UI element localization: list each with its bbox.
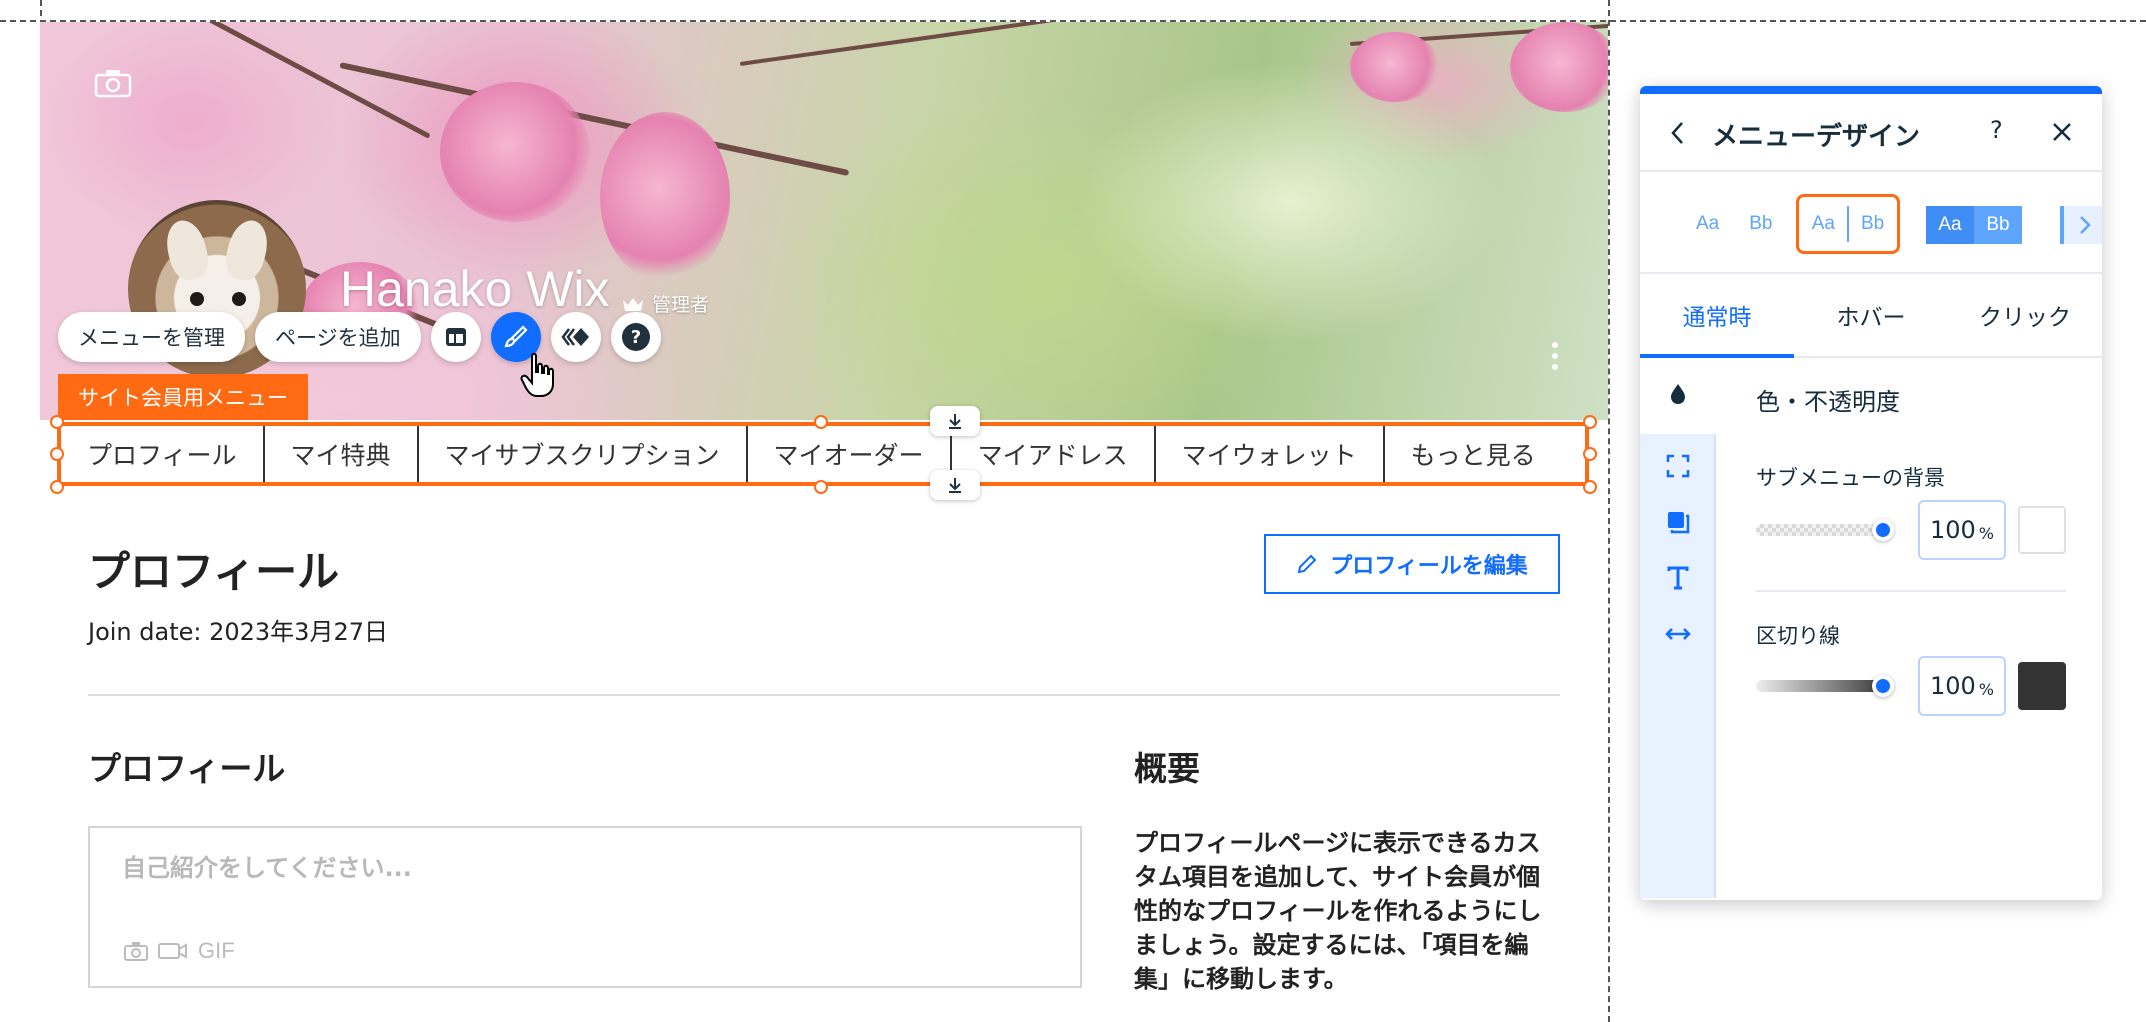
bio-placeholder: 自己紹介をしてください... <box>122 854 412 882</box>
submenu-bg-slider-handle[interactable] <box>1872 519 1894 541</box>
overview-title: 概要 <box>1134 749 1200 788</box>
member-menu[interactable]: プロフィール マイ特典 マイサブスクリプション マイオーダー マイアドレス マイウォレット… <box>57 422 1589 486</box>
chevron-right-icon <box>2080 216 2091 234</box>
hand-cursor-icon <box>520 352 554 397</box>
presets-next-button[interactable] <box>2060 206 2102 244</box>
guide-line-right <box>1608 0 1610 1022</box>
download-icon <box>949 478 961 493</box>
divider-opacity-slider[interactable] <box>1756 680 1890 692</box>
tab-state[interactable]: クリック <box>1948 274 2102 356</box>
state-tabs: 通常時 ホバー クリック <box>1640 274 2102 358</box>
menu-item[interactable]: マイウォレット <box>1156 426 1385 482</box>
pencil-icon <box>1297 554 1317 574</box>
member-menu-tag[interactable]: サイト会員用メニュー <box>58 374 308 420</box>
back-icon[interactable] <box>1668 120 1688 146</box>
preset-filled[interactable]: Aa Bb <box>1926 206 2022 244</box>
animation-icon <box>561 328 589 346</box>
join-date: Join date: 2023年3月27日 <box>88 618 388 646</box>
camera-icon[interactable] <box>124 941 148 961</box>
menu-item[interactable]: もっと見る <box>1385 426 1562 482</box>
preset-divided[interactable]: Aa Bb <box>1796 194 1900 254</box>
menu-item[interactable]: マイサブスクリプション <box>419 426 748 482</box>
help-icon: ? <box>621 323 650 351</box>
overview-text: プロフィールページに表示できるカスタム項目を追加して、サイト会員が個性的なプロフ… <box>1134 829 1542 993</box>
submenu-bg-opacity-slider[interactable] <box>1756 524 1890 536</box>
preset-plain[interactable]: Aa Bb <box>1690 194 1800 254</box>
design-presets: Aa Bb Aa Bb Aa Bb <box>1640 172 2102 274</box>
manage-menu-button[interactable]: メニューを管理 <box>58 312 245 362</box>
brush-icon <box>504 325 528 348</box>
text-icon[interactable] <box>1664 564 1692 592</box>
crown-icon <box>623 297 643 311</box>
divider-color-swatch[interactable] <box>2018 662 2066 710</box>
design-side-rail <box>1640 358 1716 898</box>
help-button[interactable]: ? <box>610 312 661 362</box>
menu-item[interactable]: マイ特典 <box>265 426 419 482</box>
panel-header: メニューデザイン ? <box>1640 94 2102 172</box>
stretch-top-button[interactable] <box>930 406 980 436</box>
spacing-icon[interactable] <box>1664 620 1692 648</box>
svg-text:?: ? <box>630 327 640 348</box>
element-action-bar: メニューを管理 ページを追加 ? <box>58 312 661 362</box>
panel-title: メニューデザイン <box>1712 122 1921 152</box>
help-icon[interactable]: ? <box>1990 116 2003 144</box>
tab-state[interactable]: 通常時 <box>1640 274 1794 358</box>
tab-state[interactable]: ホバー <box>1794 274 1948 356</box>
add-page-button[interactable]: ページを追加 <box>255 312 421 362</box>
menu-item[interactable]: マイアドレス <box>952 426 1156 482</box>
bio-input[interactable]: 自己紹介をしてください... GIF <box>88 826 1082 988</box>
member-name: Hanako Wix <box>340 261 610 317</box>
edit-profile-button[interactable]: プロフィールを編集 <box>1264 534 1560 594</box>
divider-opacity-input[interactable]: 100% <box>1918 656 2006 716</box>
more-options-icon[interactable] <box>1550 342 1560 372</box>
gif-button[interactable]: GIF <box>198 938 235 964</box>
video-icon[interactable] <box>158 941 188 961</box>
layout-icon <box>445 328 466 346</box>
animation-button[interactable] <box>550 312 601 362</box>
fill-drop-icon[interactable] <box>1664 380 1692 408</box>
layout-button[interactable] <box>430 312 481 362</box>
submenu-bg-label: サブメニューの背景 <box>1756 466 1945 490</box>
menu-design-panel: メニューデザイン ? Aa Bb Aa Bb Aa Bb 通常時 ホバー クリッ… <box>1640 86 2102 900</box>
editor-canvas: Hanako Wix 管理者 メニューを管理 ページを追加 ? サイト会員用メニ… <box>0 0 2146 1022</box>
border-icon[interactable] <box>1664 452 1692 480</box>
site-page: Hanako Wix 管理者 メニューを管理 ページを追加 ? サイト会員用メニ… <box>40 22 1608 1022</box>
download-icon <box>949 414 961 429</box>
camera-icon[interactable] <box>94 68 132 98</box>
color-opacity-title: 色・不透明度 <box>1756 388 1900 416</box>
divider-label: 区切り線 <box>1756 624 1840 648</box>
divider <box>88 694 1560 696</box>
profile-section-title: プロフィール <box>88 749 286 788</box>
close-icon[interactable] <box>2050 120 2074 144</box>
divider-slider-handle[interactable] <box>1872 675 1894 697</box>
bio-toolbar: GIF <box>124 938 235 964</box>
shadow-icon[interactable] <box>1664 508 1692 536</box>
menu-item[interactable]: マイオーダー <box>748 426 952 482</box>
submenu-bg-opacity-input[interactable]: 100% <box>1918 500 2006 560</box>
stretch-bottom-button[interactable] <box>930 470 980 500</box>
panel-body: 色・不透明度 サブメニューの背景 100% 区切り線 100% <box>1640 358 2102 898</box>
menu-item[interactable]: プロフィール <box>61 426 265 482</box>
submenu-bg-color-swatch[interactable] <box>2018 506 2066 554</box>
page-title: プロフィール <box>88 547 340 596</box>
edit-profile-label: プロフィールを編集 <box>1330 554 1528 579</box>
